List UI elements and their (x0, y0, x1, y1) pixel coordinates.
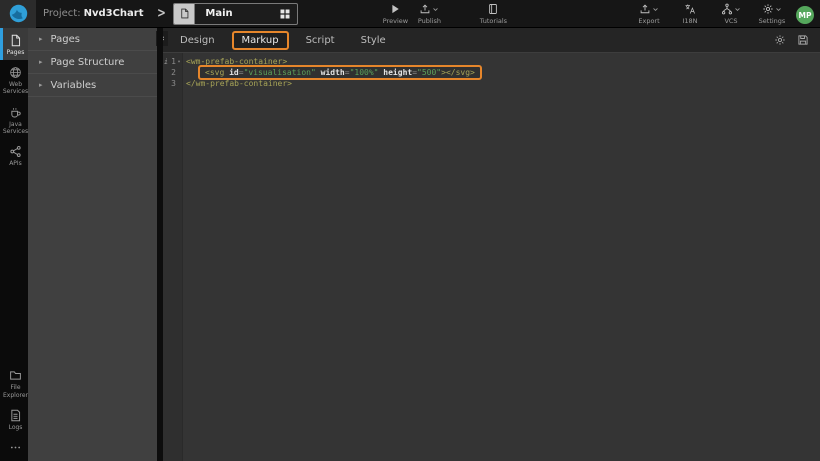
panel-section-page-structure[interactable]: ▸ Page Structure (28, 51, 157, 74)
sidebar-item-label: Logs (9, 424, 23, 431)
rail-top-items: Pages Web Services Java Services APIs (0, 28, 28, 171)
coffee-icon (9, 106, 22, 119)
sidebar-item-logs[interactable]: Logs (0, 403, 28, 435)
sidebar-item-more[interactable] (0, 435, 28, 458)
publish-label: Publish (418, 17, 441, 25)
panel-editor-divider (157, 28, 163, 461)
chevron-down-icon (734, 6, 741, 13)
page-file-icon (174, 4, 195, 24)
sidebar-item-label: Java Services (3, 121, 28, 135)
vcs-label: VCS (724, 17, 737, 25)
panel-section-variables[interactable]: ▸ Variables (28, 74, 157, 97)
gutter-cell: 3 (163, 78, 182, 89)
tab-design[interactable]: Design (167, 35, 228, 46)
sidebar-item-label: File Explorer (3, 384, 28, 398)
i18n-label: I18N (682, 17, 697, 25)
code-line-2[interactable]: 2 <svg id="visualisation" width="100%" h… (163, 67, 820, 78)
preview-button[interactable]: Preview (378, 3, 412, 25)
sidebar-item-label: APIs (9, 160, 22, 167)
breadcrumb-chevron-icon: > (157, 6, 166, 21)
chevron-down-icon (652, 6, 659, 13)
upload-icon (419, 3, 431, 15)
editor-tabbar: Design Markup ScriptStyle (163, 28, 820, 53)
sidebar-item-pages[interactable]: Pages (0, 28, 28, 60)
i18n-button[interactable]: I18N (673, 3, 707, 25)
sidebar-item-label: Pages (7, 49, 25, 56)
gear-icon[interactable] (774, 34, 786, 46)
gutter-column (163, 53, 183, 461)
gutter-cell: 2 (163, 67, 182, 78)
user-avatar[interactable]: MP (796, 6, 814, 24)
settings-label: Settings (759, 17, 786, 25)
sidebar-item-java-services[interactable]: Java Services (0, 100, 28, 139)
editor-area: Design Markup ScriptStyle i 1 ▾ <wm-prefab… (163, 28, 820, 461)
panel-section-pages[interactable]: ▸ Pages (28, 28, 157, 51)
play-icon (389, 3, 401, 15)
left-panel: ▸ Pages ▸ Page Structure ▸ Variables « (28, 28, 157, 461)
translate-icon (684, 3, 696, 15)
project-label: Project: (43, 8, 81, 19)
publish-button[interactable]: Publish (412, 3, 446, 25)
panel-section-label: Pages (51, 34, 80, 45)
sidebar-item-apis[interactable]: APIs (0, 139, 28, 171)
tab-markup[interactable]: Markup (232, 31, 289, 50)
grid-icon[interactable] (273, 4, 297, 24)
line-number: 2 (169, 68, 176, 77)
chevron-down-icon (775, 6, 782, 13)
topbar-right-actions: Export I18N VCS Settings (632, 3, 796, 25)
chevron-down-icon (432, 6, 439, 13)
editor-tabs: Design Markup ScriptStyle (167, 31, 399, 50)
tutorials-button[interactable]: Tutorials (476, 3, 510, 25)
sidebar-item-label: Web Services (3, 81, 28, 95)
editor-toolbar-icons (774, 34, 820, 46)
vcs-button[interactable]: VCS (714, 3, 748, 25)
topbar-center-actions: Preview Publish Tutorials (378, 3, 510, 25)
code-lines: i 1 ▾ <wm-prefab-container> 2 <svg id="v… (163, 56, 820, 89)
share-icon (9, 145, 22, 158)
export-button[interactable]: Export (632, 3, 666, 25)
left-rail: Pages Web Services Java Services APIs Fi… (0, 28, 28, 461)
page-tab-main[interactable]: Main (173, 3, 298, 25)
globe-icon (9, 66, 22, 79)
line-number: 3 (169, 79, 176, 88)
tab-style[interactable]: Style (348, 35, 399, 46)
ellipsis-icon (9, 441, 22, 454)
tutorials-label: Tutorials (480, 17, 507, 25)
code-line-3[interactable]: 3 </wm-prefab-container> (163, 78, 820, 89)
branch-icon (721, 3, 733, 15)
panel-section-label: Variables (51, 80, 97, 91)
tab-script[interactable]: Script (293, 35, 348, 46)
sidebar-item-web-services[interactable]: Web Services (0, 60, 28, 99)
line-number: 1 (169, 57, 176, 66)
caret-right-icon: ▸ (39, 58, 43, 66)
code-text: </wm-prefab-container> (182, 78, 292, 89)
save-icon[interactable] (797, 34, 809, 46)
gear-icon (762, 3, 774, 15)
file-lines-icon (9, 409, 22, 422)
settings-button[interactable]: Settings (755, 3, 789, 25)
app-logo-button[interactable] (0, 0, 36, 28)
preview-label: Preview (383, 17, 408, 25)
rail-bottom-items: File Explorer Logs (0, 363, 28, 461)
page-tab-label: Main (195, 4, 273, 24)
folder-icon (9, 369, 22, 382)
panel-sections: ▸ Pages ▸ Page Structure ▸ Variables (28, 28, 157, 97)
project-name: Nvd3Chart (84, 8, 144, 19)
code-editor[interactable]: i 1 ▾ <wm-prefab-container> 2 <svg id="v… (163, 53, 820, 461)
file-icon (9, 34, 22, 47)
book-icon (487, 3, 499, 15)
project-info: Project:Nvd3Chart (43, 8, 144, 19)
caret-right-icon: ▸ (39, 35, 43, 43)
upload-icon (639, 3, 651, 15)
panel-section-label: Page Structure (51, 57, 125, 68)
sidebar-item-file-explorer[interactable]: File Explorer (0, 363, 28, 402)
wavemaker-logo-icon (9, 4, 28, 23)
topbar: Project:Nvd3Chart > Main Preview Publish… (0, 0, 820, 28)
export-label: Export (638, 17, 659, 25)
caret-right-icon: ▸ (39, 81, 43, 89)
fold-marker-icon[interactable]: ▾ (176, 59, 182, 65)
gutter-cell: i 1 ▾ (163, 56, 182, 67)
